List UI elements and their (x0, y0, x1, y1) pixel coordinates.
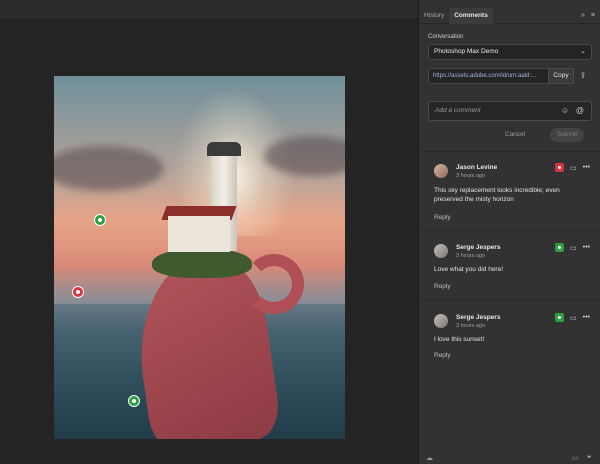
copy-button[interactable]: Copy (549, 68, 574, 84)
comment-item: Serge Jespers 3 hours ago ▭ ••• I love t… (418, 306, 600, 376)
canvas-workspace[interactable] (0, 0, 418, 464)
mention-icon[interactable]: @ (576, 106, 584, 115)
comment-actions: ▭ ••• (555, 313, 590, 322)
more-options-icon[interactable]: ••• (583, 164, 590, 171)
reply-bubble-icon[interactable]: ▭ (570, 244, 577, 252)
filter-icon[interactable]: ⏷ (586, 454, 592, 462)
new-comment-icon[interactable]: ▭ (572, 454, 579, 462)
comment-time: 3 hours ago (456, 323, 486, 329)
cloud-icon[interactable]: ☁ (426, 454, 433, 462)
reply-link[interactable]: Reply (434, 283, 451, 290)
house (168, 216, 230, 252)
comment-author: Jason Levine (456, 164, 498, 171)
lighthouse-lamp (207, 142, 241, 156)
conversation-label: Conversation (428, 34, 464, 40)
divider (418, 151, 600, 152)
comment-pin-green-2[interactable] (128, 395, 140, 407)
avatar (434, 164, 448, 178)
add-comment-placeholder: Add a comment (435, 107, 481, 114)
chevrons-right-icon[interactable]: » (581, 12, 585, 19)
comment-text: This sky replacement looks incredible; e… (434, 187, 560, 203)
avatar (434, 244, 448, 258)
panel-tabs: History Comments » ≡ (419, 7, 600, 24)
comment-item: Serge Jespers 3 hours ago ▭ ••• Love wha… (418, 236, 600, 306)
comment-pin-green-1[interactable] (94, 214, 106, 226)
comment-pin-red[interactable] (72, 286, 84, 298)
reply-bubble-icon[interactable]: ▭ (570, 164, 577, 172)
emoji-icon[interactable]: ☺ (561, 106, 569, 115)
pin-icon[interactable] (555, 313, 565, 322)
avatar (434, 314, 448, 328)
comment-actions: ▭ ••• (555, 163, 590, 172)
comments-panel: History Comments » ≡ Conversation Photos… (418, 0, 600, 464)
reply-bubble-icon[interactable]: ▭ (570, 314, 577, 322)
panel-tools: » ≡ (581, 12, 600, 19)
add-comment-input[interactable]: Add a comment ☺ @ (428, 101, 592, 121)
comment-time: 3 hours ago (456, 173, 486, 179)
canvas-top-strip (0, 0, 418, 18)
menu-icon[interactable]: ≡ (591, 12, 595, 19)
tab-history[interactable]: History (419, 8, 449, 24)
reply-link[interactable]: Reply (434, 214, 451, 221)
photoshop-window: History Comments » ≡ Conversation Photos… (0, 0, 600, 464)
comment-author: Serge Jespers (456, 314, 501, 321)
comment-actions: ▭ ••• (555, 243, 590, 252)
document-artwork[interactable] (54, 76, 345, 439)
tab-comments[interactable]: Comments (449, 7, 493, 24)
comment-time: 3 hours ago (456, 253, 486, 259)
conversation-value: Photoshop Max Demo (434, 48, 499, 55)
conversation-select[interactable]: Photoshop Max Demo ⌄ (428, 44, 592, 60)
tentacle-curl (244, 254, 304, 314)
comment-text: I love this sunset! (434, 336, 485, 343)
comment-author: Serge Jespers (456, 244, 501, 251)
cancel-button[interactable]: Cancel (505, 131, 525, 138)
island (152, 248, 252, 278)
comment-item: Jason Levine 3 hours ago ▭ ••• This sky … (418, 156, 600, 226)
share-url-field[interactable]: https://assets.adobe.com/id/urn:aaid:... (428, 68, 549, 84)
pin-icon[interactable] (555, 243, 565, 252)
panel-footer: ☁ ▭ ⏷ (418, 452, 600, 464)
share-url-row: https://assets.adobe.com/id/urn:aaid:...… (428, 68, 592, 84)
share-icon[interactable]: ⇪ (574, 68, 592, 84)
footer-tools: ▭ ⏷ (572, 454, 592, 462)
more-options-icon[interactable]: ••• (583, 314, 590, 321)
pin-icon[interactable] (555, 163, 565, 172)
comment-text: Love what you did here! (434, 266, 504, 273)
more-options-icon[interactable]: ••• (583, 244, 590, 251)
reply-link[interactable]: Reply (434, 352, 451, 359)
divider (418, 230, 600, 231)
chevron-down-icon: ⌄ (580, 48, 586, 55)
cloud-left (54, 146, 164, 191)
submit-button[interactable]: Submit (550, 128, 584, 142)
divider (418, 300, 600, 301)
